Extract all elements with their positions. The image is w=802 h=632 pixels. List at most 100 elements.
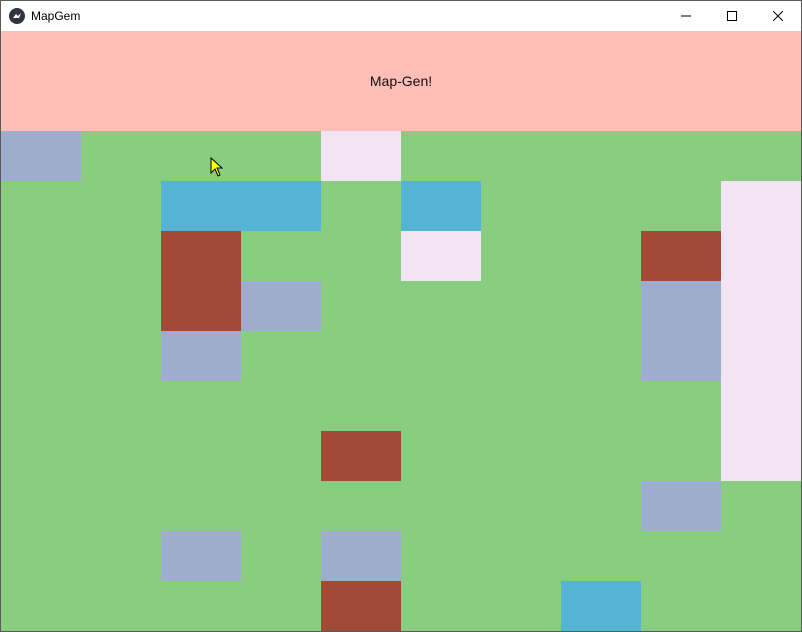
map-tile-grass [481,531,561,581]
map-tile-grass [81,281,161,331]
map-tile-grass [641,181,721,231]
map-tile-dirt [321,431,401,481]
map-tile-stone [1,131,81,181]
maximize-button[interactable] [709,1,755,31]
title-bar[interactable]: MapGem [1,1,801,31]
map-tile-grass [721,531,801,581]
map-tile-grass [161,131,241,181]
map-tile-grass [721,131,801,181]
map-tile-grass [1,531,81,581]
map-tile-grass [481,281,561,331]
map-tile-grass [321,231,401,281]
map-tile-stone [321,531,401,581]
map-tile-grass [241,481,321,531]
map-tile-stone [641,331,721,381]
map-tile-grass [321,281,401,331]
map-tile-grass [81,581,161,631]
map-tile-grass [1,331,81,381]
map-tile-dirt [161,231,241,281]
map-tile-grass [481,131,561,181]
map-tile-grass [401,281,481,331]
map-tile-water [401,181,481,231]
map-tile-grass [481,431,561,481]
map-tile-grass [481,381,561,431]
map-tile-grass [641,381,721,431]
map-tile-grass [561,531,641,581]
map-tile-grass [401,581,481,631]
map-tile-grass [401,481,481,531]
window-title: MapGem [31,9,81,23]
map-tile-grass [321,181,401,231]
map-tile-stone [241,281,321,331]
minimize-button[interactable] [663,1,709,31]
map-tile-grass [1,231,81,281]
map-tile-grass [321,381,401,431]
map-tile-grass [241,581,321,631]
map-tile-grass [561,481,641,531]
window-controls [663,1,801,31]
map-tile-grass [81,331,161,381]
map-tile-snow [721,431,801,481]
app-window: MapGem Map-Gen! [0,0,802,632]
map-tile-dirt [161,281,241,331]
map-tile-grass [81,181,161,231]
map-tile-grass [481,231,561,281]
map-tile-grass [161,431,241,481]
map-tile-grass [241,331,321,381]
map-tile-grass [1,581,81,631]
map-tile-stone [161,531,241,581]
map-tile-grass [561,281,641,331]
map-tile-grass [81,431,161,481]
map-tile-grass [641,131,721,181]
map-tile-grass [721,481,801,531]
map-tile-grass [241,381,321,431]
header-banner: Map-Gen! [1,31,801,131]
map-tile-grass [161,481,241,531]
map-tile-grass [1,281,81,331]
minimize-icon [681,15,691,17]
close-icon [773,11,783,21]
map-tile-stone [641,281,721,331]
map-tile-grass [561,181,641,231]
map-tile-grass [561,431,641,481]
map-tile-grass [641,531,721,581]
map-tile-stone [161,331,241,381]
map-tile-snow [721,281,801,331]
map-tile-grass [401,531,481,581]
map-tile-grass [161,581,241,631]
map-tile-snow [721,231,801,281]
map-tile-grass [561,381,641,431]
map-tile-grass [481,331,561,381]
map-tile-grass [561,231,641,281]
map-grid[interactable] [1,131,801,631]
map-tile-grass [401,331,481,381]
map-tile-grass [1,481,81,531]
map-tile-grass [401,431,481,481]
map-tile-grass [641,581,721,631]
close-button[interactable] [755,1,801,31]
map-tile-snow [401,231,481,281]
map-tile-snow [721,381,801,431]
map-tile-grass [1,181,81,231]
map-tile-water [161,181,241,231]
map-tile-grass [81,131,161,181]
map-tile-grass [81,531,161,581]
map-tile-grass [641,431,721,481]
map-tile-grass [321,331,401,381]
mouse-pointer-icon [210,157,224,177]
map-tile-grass [81,231,161,281]
map-tile-grass [241,131,321,181]
map-tile-grass [481,181,561,231]
maximize-icon [727,11,737,21]
map-tile-grass [161,381,241,431]
map-tile-grass [241,231,321,281]
map-tile-water [561,581,641,631]
map-tile-dirt [321,581,401,631]
banner-title: Map-Gen! [369,73,433,89]
map-tile-grass [81,481,161,531]
map-tile-snow [721,331,801,381]
map-tile-grass [401,131,481,181]
map-tile-grass [321,481,401,531]
map-tile-water [241,181,321,231]
map-tile-grass [561,131,641,181]
